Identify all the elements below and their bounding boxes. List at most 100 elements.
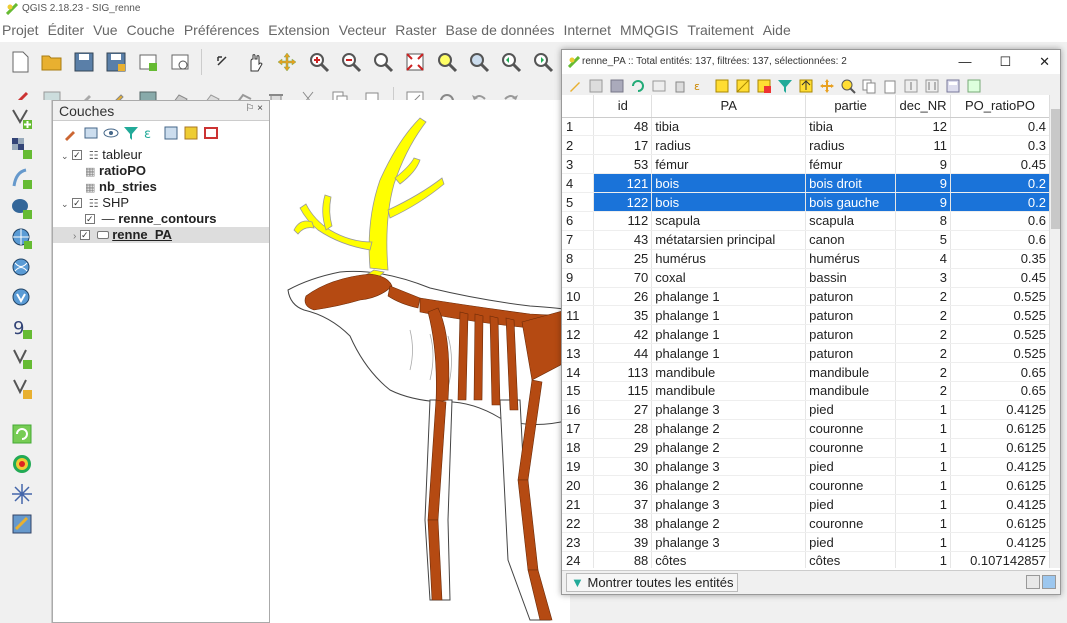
cell-dec-nr[interactable]: 9 (895, 173, 952, 194)
layer-group-tableur[interactable]: ⌄ ☷ tableur (53, 147, 269, 163)
cell-pa[interactable]: tibia (651, 117, 807, 137)
cell-po-ratiopo[interactable]: 0.525 (950, 324, 1050, 345)
zoom-to-selection-icon[interactable] (433, 48, 461, 76)
cell-po-ratiopo[interactable]: 0.4125 (950, 532, 1050, 552)
cell-po-ratiopo[interactable]: 0.4125 (950, 400, 1050, 420)
maximize-button[interactable]: ☐ (999, 50, 1011, 74)
cell-dec-nr[interactable]: 9 (895, 154, 952, 175)
cell-dec-nr[interactable]: 1 (895, 513, 952, 534)
table-row[interactable]: 18 29 phalange 2 couronne 1 0.6125 (562, 438, 1050, 458)
checkbox[interactable] (72, 147, 83, 163)
cell-po-ratiopo[interactable]: 0.6125 (950, 438, 1050, 458)
cell-partie[interactable]: couronne (805, 475, 897, 496)
layer-nb-stries[interactable]: ▦ nb_stries (53, 179, 269, 195)
add-spatialite-layer-icon[interactable] (8, 164, 36, 192)
minimize-button[interactable]: — (958, 50, 971, 74)
row-number-header[interactable] (562, 95, 595, 118)
row-number[interactable]: 19 (562, 457, 595, 477)
cell-po-ratiopo[interactable]: 0.6125 (950, 419, 1050, 439)
menu-vue[interactable]: Vue (93, 22, 117, 38)
zoom-full-icon[interactable] (401, 48, 429, 76)
field-calculator-icon[interactable] (944, 77, 962, 95)
cell-dec-nr[interactable]: 2 (895, 381, 952, 401)
menu-vecteur[interactable]: Vecteur (339, 22, 386, 38)
table-row[interactable]: 13 44 phalange 1 paturon 2 0.525 (562, 343, 1050, 364)
cell-pa[interactable]: mandibule (651, 362, 807, 382)
row-number[interactable]: 16 (562, 400, 595, 420)
layer-renne-contours[interactable]: — renne_contours (53, 211, 269, 227)
menu-mmqgis[interactable]: MMQGIS (620, 22, 678, 38)
chevron-right-icon[interactable]: › (73, 231, 76, 242)
cell-partie[interactable]: canon (805, 230, 897, 250)
table-row[interactable]: 20 36 phalange 2 couronne 1 0.6125 (562, 475, 1050, 496)
cell-partie[interactable]: pied (805, 494, 897, 515)
cell-id[interactable]: 39 (593, 532, 653, 552)
cell-partie[interactable]: bassin (805, 268, 897, 288)
cell-pa[interactable]: phalange 1 (651, 287, 807, 307)
menu-preferences[interactable]: Préférences (184, 22, 259, 38)
open-project-icon[interactable] (38, 48, 66, 76)
cell-id[interactable]: 88 (593, 551, 653, 568)
cell-po-ratiopo[interactable]: 0.35 (950, 249, 1050, 269)
cell-partie[interactable]: bois droit (805, 173, 897, 194)
new-print-composer-icon[interactable] (134, 48, 162, 76)
map-canvas[interactable] (270, 100, 570, 623)
cell-po-ratiopo[interactable]: 0.4125 (950, 457, 1050, 477)
cell-po-ratiopo[interactable]: 0.6125 (950, 475, 1050, 496)
menu-base-de-donnees[interactable]: Base de données (446, 22, 555, 38)
table-row[interactable]: 22 38 phalange 2 couronne 1 0.6125 (562, 513, 1050, 534)
cell-id[interactable]: 28 (593, 419, 653, 439)
table-view-icon[interactable] (1042, 575, 1056, 589)
row-number[interactable]: 1 (562, 117, 595, 137)
table-row[interactable]: 7 43 métatarsien principal canon 5 0.6 (562, 230, 1050, 250)
select-all-icon[interactable] (713, 77, 731, 95)
cell-id[interactable]: 27 (593, 400, 653, 420)
cell-pa[interactable]: fémur (651, 154, 807, 175)
menu-couche[interactable]: Couche (127, 22, 175, 38)
cell-pa[interactable]: phalange 1 (651, 305, 807, 326)
zoom-out-icon[interactable] (337, 48, 365, 76)
column-header-partie[interactable]: partie (805, 95, 897, 118)
row-number[interactable]: 2 (562, 135, 595, 156)
pan-to-selection-icon[interactable] (818, 77, 836, 95)
conditional-formatting-icon[interactable] (965, 77, 983, 95)
add-vector-layer-icon[interactable] (8, 104, 36, 132)
cell-pa[interactable]: radius (651, 135, 807, 156)
row-number[interactable]: 11 (562, 305, 595, 326)
move-selection-top-icon[interactable] (797, 77, 815, 95)
cell-po-ratiopo[interactable]: 0.2 (950, 192, 1050, 212)
layer-ratiopo[interactable]: ▦ ratioPO (53, 163, 269, 179)
row-number[interactable]: 23 (562, 532, 595, 552)
cell-id[interactable]: 44 (593, 343, 653, 364)
cell-partie[interactable]: pied (805, 532, 897, 552)
cell-po-ratiopo[interactable]: 0.4125 (950, 494, 1050, 515)
checkbox[interactable] (72, 195, 83, 211)
row-number[interactable]: 12 (562, 324, 595, 345)
cell-id[interactable]: 29 (593, 438, 653, 458)
cell-id[interactable]: 17 (593, 135, 653, 156)
new-field-icon[interactable] (902, 77, 920, 95)
table-row[interactable]: 8 25 humérus humérus 4 0.35 (562, 249, 1050, 269)
panel-float-close-controls[interactable]: ⚐ × (245, 103, 263, 114)
table-row[interactable]: 14 113 mandibule mandibule 2 0.65 (562, 362, 1050, 382)
multi-edit-icon[interactable] (587, 77, 605, 95)
menu-traitement[interactable]: Traitement (687, 22, 753, 38)
cell-po-ratiopo[interactable]: 0.107142857 (950, 551, 1050, 568)
cell-pa[interactable]: métatarsien principal (651, 230, 807, 250)
cell-dec-nr[interactable]: 1 (895, 532, 952, 552)
new-project-icon[interactable] (6, 48, 34, 76)
cell-id[interactable]: 37 (593, 494, 653, 515)
style-manager-icon[interactable] (63, 125, 79, 144)
add-virtual-layer-icon[interactable] (8, 344, 36, 372)
table-row[interactable]: 1 48 tibia tibia 12 0.4 (562, 117, 1050, 137)
cell-pa[interactable]: côtes (651, 551, 807, 568)
cell-dec-nr[interactable]: 4 (895, 249, 952, 269)
add-wfs-layer-icon[interactable] (8, 254, 36, 282)
cell-pa[interactable]: phalange 3 (651, 457, 807, 477)
table-row[interactable]: 11 35 phalange 1 paturon 2 0.525 (562, 305, 1050, 326)
menu-aide[interactable]: Aide (763, 22, 791, 38)
zoom-native-icon[interactable] (369, 48, 397, 76)
row-number[interactable]: 17 (562, 419, 595, 439)
checkbox[interactable] (79, 227, 90, 243)
form-view-icon[interactable] (1026, 575, 1040, 589)
